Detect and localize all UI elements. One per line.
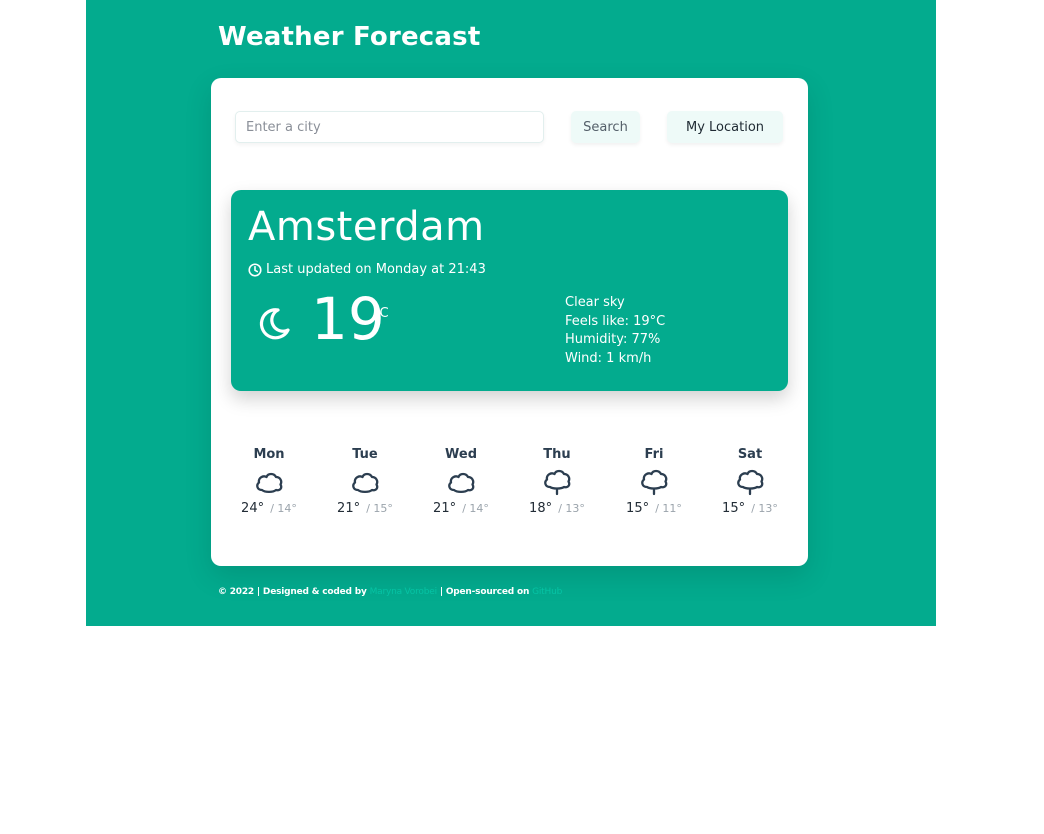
forecast-day: Tue 21° / 15° [317, 446, 413, 516]
night-crescent-icon [259, 308, 290, 340]
forecast-max-temp: 21° [337, 501, 361, 516]
forecast-temps: 21° / 15° [317, 501, 413, 516]
temperature-unit: °C [373, 306, 389, 321]
humidity: Humidity: 77% [565, 332, 661, 347]
feels-like: Feels like: 19°C [565, 313, 666, 329]
forecast-min-temp: / 14° [270, 502, 297, 515]
github-link[interactable]: GitHub [532, 587, 562, 597]
forecast-min-temp: / 11° [655, 502, 682, 515]
forecast-temps: 24° / 14° [221, 501, 317, 516]
forecast-day: Mon 24° / 14° [221, 446, 317, 516]
forecast-temps: 15° / 11° [606, 501, 702, 516]
forecast-day-name: Sat [737, 447, 763, 462]
forecast-day: Fri 15° / 11° [606, 446, 702, 516]
weather-card: Search My Location Amsterdam Last update… [211, 78, 808, 566]
footer-middle: | Open-sourced on [439, 587, 530, 597]
forecast-max-temp: 21° [433, 501, 457, 516]
forecast-day-name: Thu [543, 447, 571, 462]
current-weather-panel: Amsterdam Last updated on Monday at 21:4… [231, 190, 788, 391]
weather-description: Clear sky [565, 295, 625, 310]
forecast-min-temp: / 13° [558, 502, 585, 515]
page-title: Weather Forecast [218, 22, 481, 52]
forecast-day-name: Fri [644, 447, 664, 462]
weather-details: Clear sky Feels like: 19°C Humidity: 77%… [565, 294, 665, 368]
forecast-max-temp: 15° [626, 501, 650, 516]
cloud-icon [256, 472, 283, 494]
clock-icon [248, 262, 262, 277]
wind-speed: Wind: 1 km/h [565, 350, 652, 366]
rain-cloud-icon [641, 469, 668, 496]
forecast-day-name: Mon [253, 447, 285, 462]
forecast-temps: 21° / 14° [413, 501, 509, 516]
forecast-max-temp: 18° [529, 501, 553, 516]
forecast-min-temp: / 15° [366, 502, 393, 515]
author-link[interactable]: Maryna Vorobei [370, 587, 438, 597]
forecast-day-name: Tue [352, 447, 378, 462]
cloud-icon [352, 472, 379, 494]
my-location-button[interactable]: My Location [667, 111, 783, 143]
forecast-temps: 18° / 13° [509, 501, 605, 516]
forecast-temps: 15° / 13° [702, 501, 798, 516]
rain-cloud-icon [737, 469, 764, 496]
footer-prefix: © 2022 | Designed & coded by [218, 587, 367, 597]
forecast-day: Thu 18° / 13° [509, 446, 605, 516]
last-updated-text: Last updated on Monday at 21:43 [266, 262, 486, 277]
city-search-input[interactable] [235, 111, 544, 143]
forecast-day-name: Wed [445, 447, 477, 462]
cloud-icon [448, 472, 475, 494]
forecast-day: Wed 21° / 14° [413, 446, 509, 516]
rain-cloud-icon [544, 469, 571, 496]
last-updated: Last updated on Monday at 21:43 [248, 262, 486, 277]
forecast-max-temp: 24° [241, 501, 265, 516]
footer: © 2022 | Designed & coded by Maryna Voro… [218, 587, 562, 597]
forecast-max-temp: 15° [722, 501, 746, 516]
forecast-min-temp: / 13° [751, 502, 778, 515]
forecast-day: Sat 15° / 13° [702, 446, 798, 516]
city-name: Amsterdam [248, 204, 485, 250]
search-button[interactable]: Search [571, 111, 640, 143]
forecast-row: Mon 24° / 14° Tue 21° / 15° Wed 21° / 14… [221, 446, 798, 536]
forecast-min-temp: / 14° [462, 502, 489, 515]
